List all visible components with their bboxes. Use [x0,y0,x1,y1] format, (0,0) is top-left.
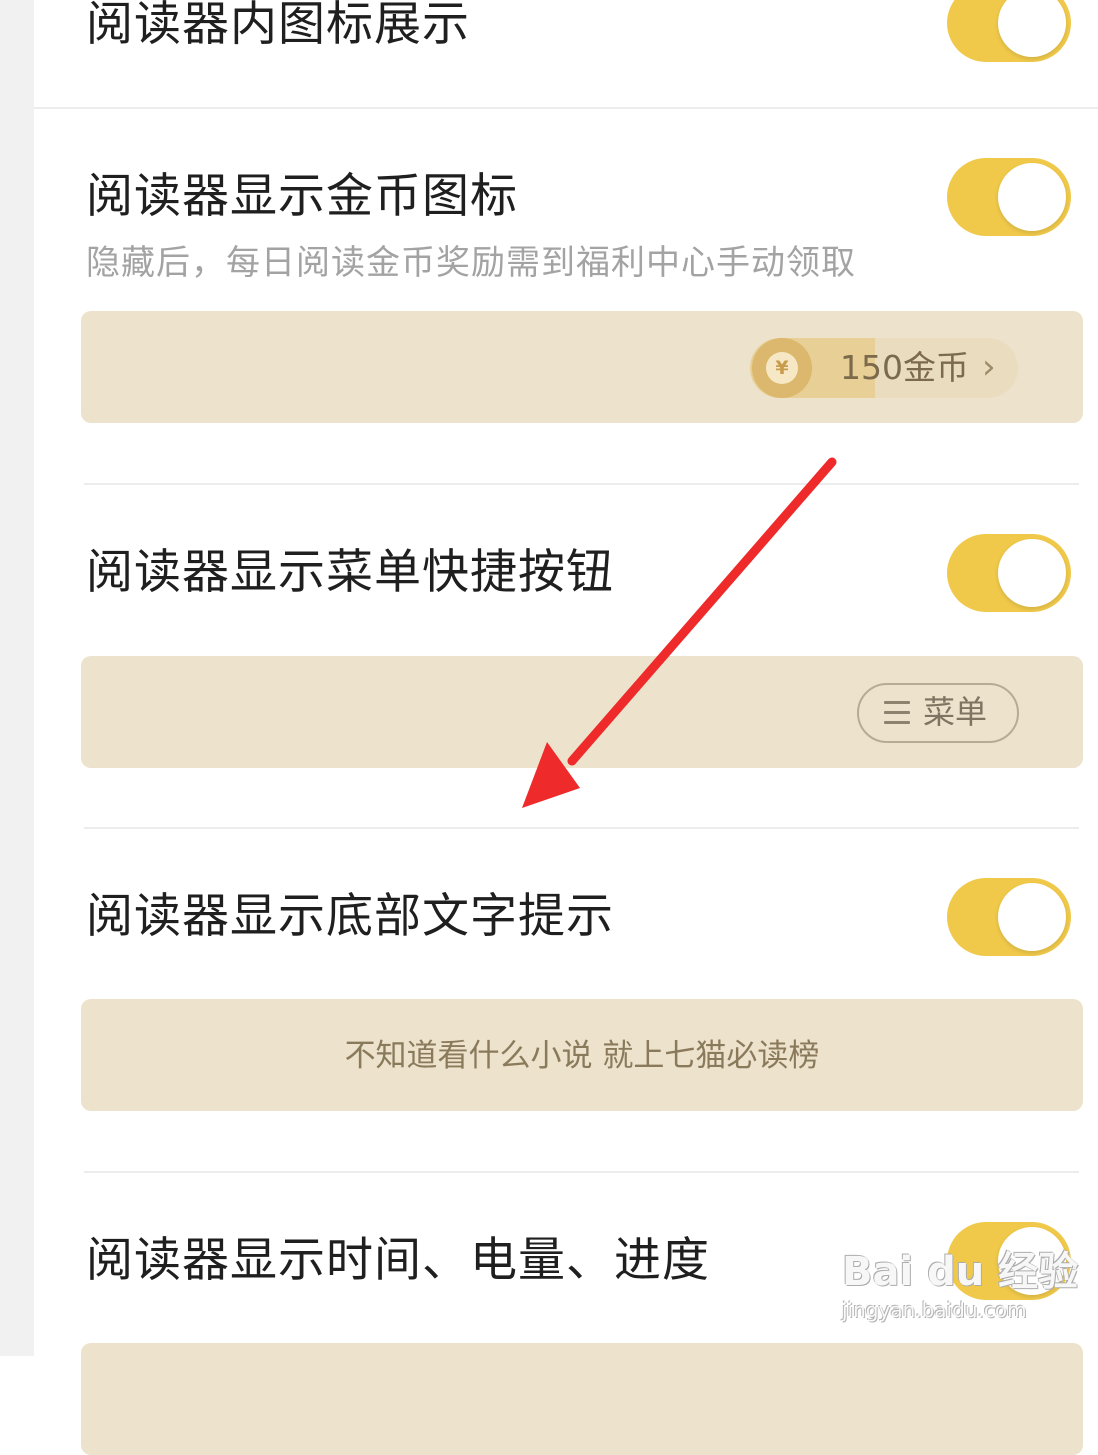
status-preview-box [81,1343,1083,1455]
watermark-logo: Bai du 经验 [842,1249,1079,1295]
watermark-url: jingyan.baidu.com [842,1298,1027,1322]
annotation-arrow [522,457,837,808]
baidu-jingyan-watermark: Bai du 经验 jingyan.baidu.com [842,1252,1078,1332]
